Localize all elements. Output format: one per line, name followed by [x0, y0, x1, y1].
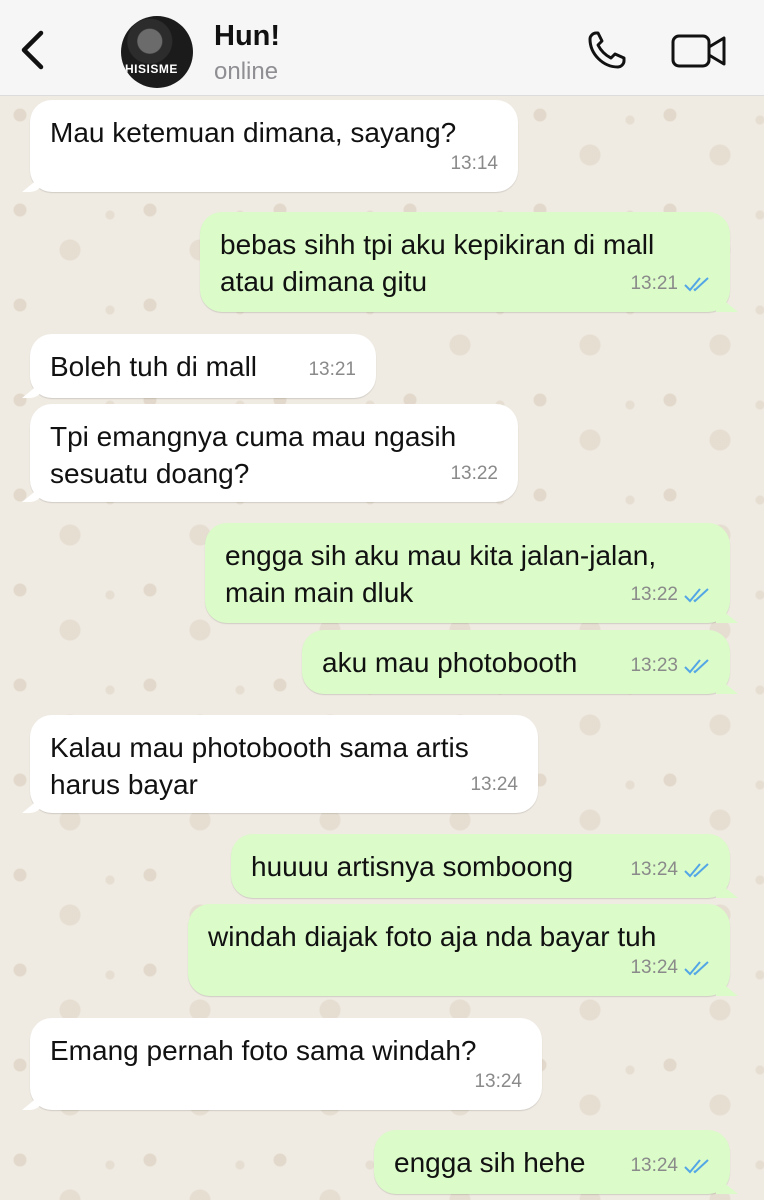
- double-check-icon: [684, 587, 709, 602]
- message-time: 13:24: [630, 1155, 678, 1176]
- message-time: 13:22: [630, 584, 678, 605]
- chevron-left-icon: [21, 30, 44, 70]
- message-time: 13:22: [450, 463, 498, 484]
- message-bubble-outgoing[interactable]: aku mau photobooth 13:23: [302, 630, 738, 694]
- message-bubble-outgoing[interactable]: engga sih hehe 13:24: [374, 1130, 738, 1194]
- chat-header: HISISME Hun! online: [0, 0, 764, 96]
- message-text: huuuu artisnya somboong: [251, 851, 574, 882]
- message-meta: 13:22: [630, 576, 710, 613]
- message-time: 13:24: [474, 1071, 522, 1092]
- message-text: engga sih hehe: [394, 1147, 586, 1178]
- message-bubble-incoming[interactable]: Boleh tuh di mall 13:21: [22, 334, 376, 398]
- message-meta: 13:24: [474, 1063, 522, 1100]
- message-bubble-outgoing[interactable]: engga sih aku mau kita jalan-jalan, main…: [205, 523, 738, 623]
- message-bubble-outgoing[interactable]: bebas sihh tpi aku kepikiran di mall ata…: [200, 212, 738, 312]
- message-meta: 13:21: [308, 351, 356, 388]
- back-button[interactable]: [14, 28, 50, 72]
- message-bubble-incoming[interactable]: Emang pernah foto sama windah? 13:24: [22, 1018, 542, 1110]
- phone-icon: [588, 31, 626, 69]
- message-time: 13:23: [630, 655, 678, 676]
- message-time: 13:24: [630, 957, 678, 978]
- message-time: 13:21: [308, 359, 356, 380]
- message-text: Boleh tuh di mall: [50, 351, 258, 382]
- message-bubble-incoming[interactable]: Mau ketemuan dimana, sayang? 13:14: [22, 100, 518, 192]
- message-meta: 13:24: [630, 949, 710, 986]
- message-meta: 13:21: [630, 265, 710, 302]
- double-check-icon: [684, 862, 709, 877]
- message-bubble-incoming[interactable]: Tpi emangnya cuma mau ngasih sesuatu doa…: [22, 404, 518, 502]
- message-meta: 13:24: [630, 1147, 710, 1184]
- message-bubble-outgoing[interactable]: windah diajak foto aja nda bayar tuh 13:…: [188, 904, 738, 996]
- message-meta: 13:23: [630, 647, 710, 684]
- voice-call-button[interactable]: [584, 28, 632, 72]
- message-meta: 13:24: [630, 851, 710, 888]
- message-text: bebas sihh tpi aku kepikiran di mall ata…: [220, 229, 655, 297]
- message-text: Kalau mau photobooth sama artis harus ba…: [50, 732, 469, 800]
- avatar-text: HISISME: [125, 62, 178, 76]
- message-time: 13:14: [450, 153, 498, 174]
- message-bubble-outgoing[interactable]: huuuu artisnya somboong 13:24: [231, 834, 738, 898]
- contact-name[interactable]: Hun!: [214, 20, 280, 53]
- video-camera-icon: [671, 34, 726, 68]
- double-check-icon: [684, 1158, 709, 1173]
- message-meta: 13:14: [450, 145, 498, 182]
- message-time: 13:21: [630, 273, 678, 294]
- message-text: Mau ketemuan dimana, sayang?: [50, 117, 457, 148]
- message-bubble-incoming[interactable]: Kalau mau photobooth sama artis harus ba…: [22, 715, 538, 813]
- message-text: aku mau photobooth: [322, 647, 578, 678]
- message-time: 13:24: [470, 774, 518, 795]
- double-check-icon: [684, 276, 709, 291]
- message-text: Emang pernah foto sama windah?: [50, 1035, 477, 1066]
- message-text: engga sih aku mau kita jalan-jalan, main…: [225, 540, 657, 608]
- avatar[interactable]: HISISME: [121, 16, 193, 88]
- double-check-icon: [684, 658, 709, 673]
- contact-status: online: [214, 58, 279, 85]
- video-call-button[interactable]: [670, 30, 728, 72]
- double-check-icon: [684, 960, 709, 975]
- message-text: windah diajak foto aja nda bayar tuh: [208, 921, 657, 952]
- message-meta: 13:24: [470, 766, 518, 803]
- message-meta: 13:22: [450, 455, 498, 492]
- message-text: Tpi emangnya cuma mau ngasih sesuatu doa…: [50, 421, 457, 489]
- message-time: 13:24: [630, 859, 678, 880]
